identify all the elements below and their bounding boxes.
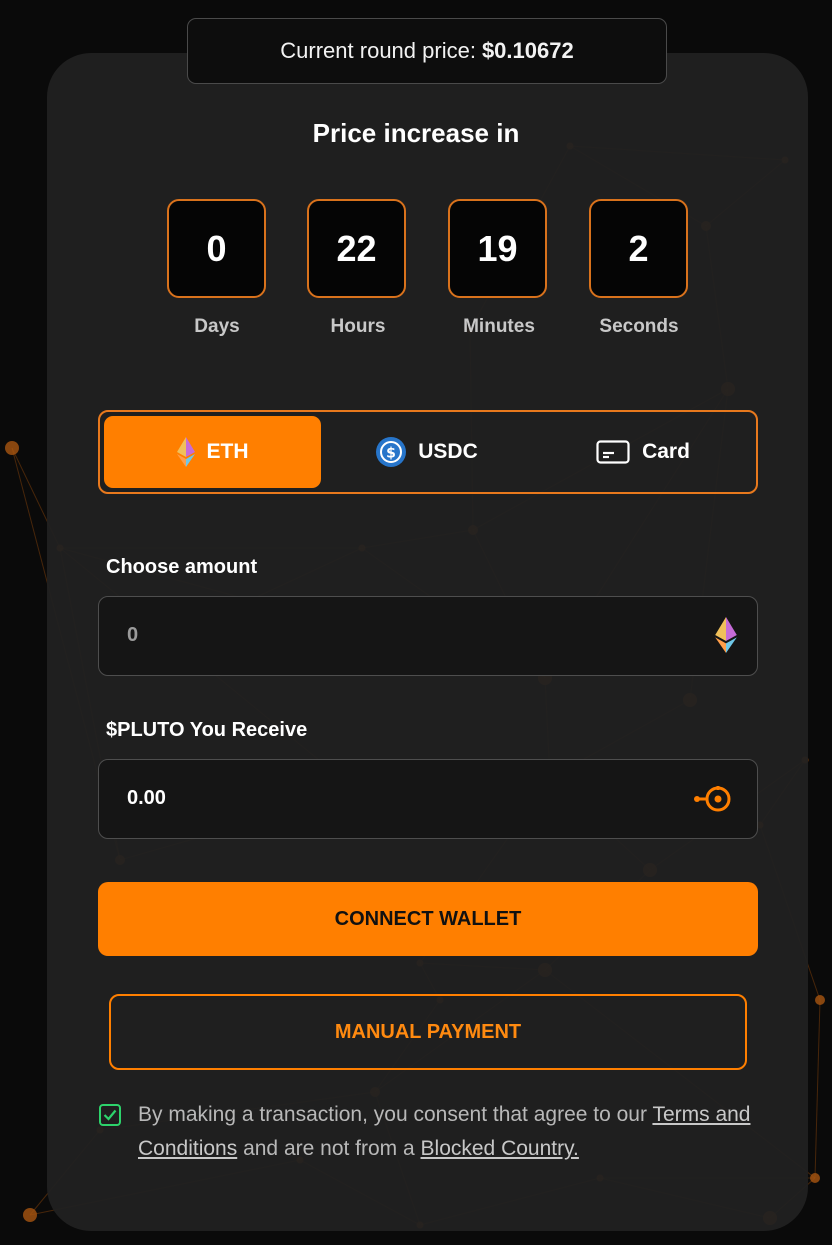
pluto-token-icon xyxy=(693,782,737,821)
countdown-seconds-label: Seconds xyxy=(599,316,679,337)
payment-method-tabs: ETH $ USDC Card xyxy=(98,410,758,494)
tab-eth[interactable]: ETH xyxy=(104,416,321,488)
countdown-hours-label: Hours xyxy=(330,316,386,337)
price-value: $0.10672 xyxy=(481,38,574,63)
consent-text-before: By making a transaction, you consent tha… xyxy=(138,1103,647,1126)
countdown-days-value: 0 xyxy=(206,227,227,269)
tab-card[interactable]: Card xyxy=(532,416,754,488)
ethereum-icon xyxy=(176,437,195,467)
countdown-minutes-box: 19 xyxy=(448,199,547,298)
consent-text: By making a transaction, you consent tha… xyxy=(138,1098,758,1166)
countdown-seconds-box: 2 xyxy=(589,199,688,298)
network-node xyxy=(815,995,825,1005)
tab-usdc[interactable]: $ USDC xyxy=(322,416,532,488)
countdown-minutes-value: 19 xyxy=(477,227,518,269)
countdown-hours-box: 22 xyxy=(307,199,406,298)
usdc-icon: $ xyxy=(376,437,407,467)
card-icon xyxy=(596,440,630,464)
ethereum-icon xyxy=(715,617,737,658)
checkmark-icon xyxy=(103,1109,117,1121)
network-node xyxy=(810,1173,820,1183)
connect-wallet-button[interactable]: CONNECT WALLET xyxy=(98,882,758,956)
amount-field xyxy=(98,596,758,676)
countdown-title: Price increase in xyxy=(312,118,520,148)
countdown-seconds-value: 2 xyxy=(628,227,649,269)
countdown-minutes-label: Minutes xyxy=(463,316,535,337)
amount-input[interactable] xyxy=(99,597,659,674)
countdown-days-label: Days xyxy=(194,316,240,337)
receive-label: $PLUTO You Receive xyxy=(106,719,308,741)
blocked-country-link[interactable]: Blocked Country. xyxy=(421,1137,579,1160)
receive-field xyxy=(98,759,758,839)
receive-output xyxy=(99,760,659,837)
tab-card-label: Card xyxy=(642,440,690,463)
tab-eth-label: ETH xyxy=(206,440,249,463)
choose-amount-label: Choose amount xyxy=(106,556,258,578)
manual-payment-button[interactable]: MANUAL PAYMENT xyxy=(109,994,747,1070)
tab-usdc-label: USDC xyxy=(418,440,478,463)
countdown-days-box: 0 xyxy=(167,199,266,298)
network-node xyxy=(5,441,19,455)
network-link xyxy=(814,999,821,1179)
countdown-hours-value: 22 xyxy=(336,227,377,269)
consent-text-middle: and are not from a xyxy=(243,1137,415,1160)
network-node xyxy=(23,1208,37,1222)
svg-text:$: $ xyxy=(386,446,396,462)
price-label: Current round price: xyxy=(280,38,476,63)
current-price-banner: Current round price: $0.10672 xyxy=(187,18,667,84)
consent-checkbox[interactable] xyxy=(99,1104,121,1126)
